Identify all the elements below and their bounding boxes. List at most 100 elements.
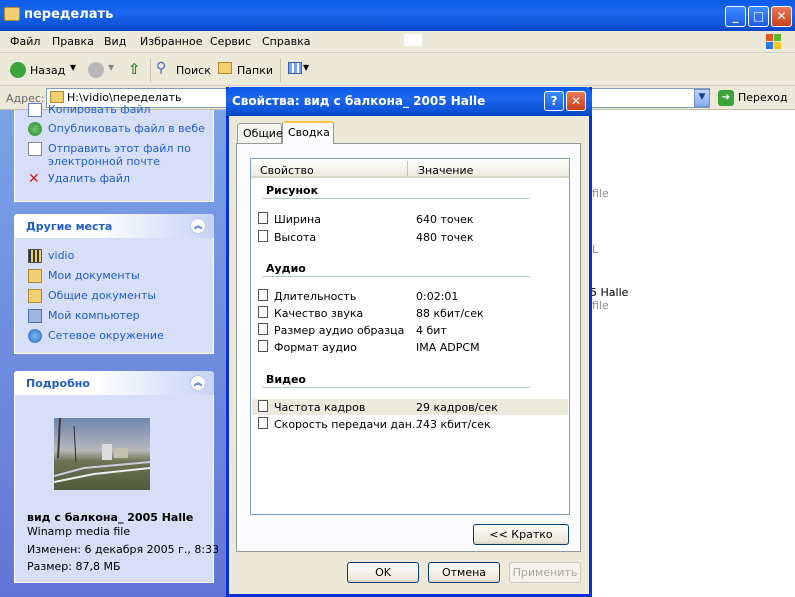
my-documents-icon (28, 269, 42, 283)
windows-logo-icon (764, 32, 784, 52)
help-button[interactable]: ? (544, 91, 564, 111)
folder-icon (4, 7, 20, 21)
email-link-line2[interactable]: электронной почте (48, 155, 160, 168)
email-icon (28, 142, 42, 156)
place-shared-documents[interactable]: Общие документы (48, 289, 156, 302)
collapse-icon[interactable]: ︽ (190, 218, 206, 234)
folders-icon[interactable] (218, 62, 232, 74)
place-network[interactable]: Сетевое окружение (48, 329, 164, 342)
forward-arrow-icon[interactable] (88, 62, 104, 78)
back-arrow-icon[interactable] (10, 62, 26, 78)
column-value[interactable]: Значение (418, 164, 473, 177)
place-my-computer[interactable]: Мой компьютер (48, 309, 140, 322)
group-video: Видео (266, 373, 306, 386)
email-link[interactable]: Отправить этот файл по (48, 142, 191, 155)
details-modified: Изменен: 6 декабря 2005 г., 8:33 (27, 543, 220, 556)
close-button[interactable]: ✕ (771, 6, 792, 27)
prop-value: 640 точек (416, 213, 474, 226)
chevron-down-icon[interactable]: ▼ (108, 63, 114, 72)
prop-value: 480 точек (416, 231, 474, 244)
publish-web-icon (28, 122, 42, 136)
video-thumbnail (54, 418, 150, 490)
delete-file-link[interactable]: Удалить файл (48, 172, 130, 185)
place-my-documents[interactable]: Мои документы (48, 269, 140, 282)
toolbar (0, 53, 795, 86)
network-icon (28, 329, 42, 343)
video-folder-icon (28, 249, 42, 263)
prop-name[interactable]: Скорость передачи дан... (274, 418, 422, 431)
prop-name[interactable]: Качество звука (274, 307, 363, 320)
address-dropdown-icon[interactable]: ▼ (694, 89, 710, 107)
prop-value: 743 кбит/сек (416, 418, 491, 431)
document-icon (258, 230, 268, 242)
column-property[interactable]: Свойство (260, 164, 314, 177)
dialog-close-button[interactable]: ✕ (566, 91, 586, 111)
prop-name[interactable]: Ширина (274, 213, 321, 226)
tab-general[interactable]: Общие (237, 123, 283, 143)
details-header[interactable]: Подробно ︽ (14, 371, 214, 395)
other-places-title: Другие места (26, 220, 113, 233)
white-artifact (404, 34, 422, 46)
details-filetype: Winamp media file (27, 525, 131, 538)
toolbar-separator (150, 58, 151, 82)
prop-value: 88 кбит/сек (416, 307, 484, 320)
prop-name[interactable]: Частота кадров (274, 401, 365, 414)
publish-web-link[interactable]: Опубликовать файл в вебе (48, 122, 205, 135)
delete-icon: ✕ (28, 171, 40, 187)
place-vidio[interactable]: vidio (48, 249, 74, 262)
window-title: переделать (24, 7, 114, 22)
ok-button[interactable]: OK (347, 562, 419, 583)
folder-icon (50, 91, 64, 103)
prop-value: 4 бит (416, 324, 447, 337)
folders-button[interactable]: Папки (237, 64, 273, 77)
column-separator[interactable] (407, 161, 408, 176)
menu-edit[interactable]: Правка (52, 35, 94, 48)
prop-name[interactable]: Размер аудио образца (274, 324, 404, 337)
menu-favorites[interactable]: Избранное (140, 35, 202, 48)
menu-help[interactable]: Справка (262, 35, 310, 48)
menu-file[interactable]: Файл (10, 35, 40, 48)
document-icon (258, 323, 268, 335)
maximize-button[interactable]: □ (748, 6, 769, 27)
window-titlebar[interactable] (0, 0, 795, 31)
tab-summary[interactable]: Сводка (282, 121, 334, 144)
search-button[interactable]: Поиск (176, 64, 211, 77)
copy-file-link[interactable]: Копировать файл (48, 103, 151, 114)
prop-name[interactable]: Длительность (274, 290, 356, 303)
folder-up-icon[interactable]: ⇧ (128, 60, 144, 78)
minimize-button[interactable]: _ (725, 6, 746, 27)
prop-value: IMA ADPCM (416, 341, 480, 354)
other-places-header[interactable]: Другие места ︽ (14, 214, 214, 238)
group-divider (262, 198, 530, 199)
group-divider (262, 387, 530, 388)
prop-value: 29 кадров/сек (416, 401, 498, 414)
file-name-fragment[interactable]: 5 Halle (590, 286, 628, 299)
prop-value: 0:02:01 (416, 290, 459, 303)
chevron-down-icon[interactable]: ▼ (303, 63, 309, 72)
prop-name[interactable]: Высота (274, 231, 316, 244)
menu-view[interactable]: Вид (104, 35, 126, 48)
cancel-button[interactable]: Отмена (428, 562, 500, 583)
document-icon (258, 289, 268, 301)
document-icon (258, 212, 268, 224)
document-icon (258, 400, 268, 412)
group-picture: Рисунок (266, 184, 319, 197)
document-icon (258, 306, 268, 318)
details-filename: вид с балкона_ 2005 Halle (27, 511, 194, 524)
brief-button[interactable]: << Кратко (473, 524, 569, 545)
toolbar-separator (280, 58, 281, 82)
document-icon (258, 340, 268, 352)
views-icon[interactable] (288, 62, 302, 74)
apply-button[interactable]: Применить (509, 562, 581, 583)
prop-name[interactable]: Формат аудио (274, 341, 357, 354)
file-type-text: file (592, 187, 609, 200)
group-audio: Аудио (266, 262, 306, 275)
my-computer-icon (28, 309, 42, 323)
collapse-icon[interactable]: ︽ (190, 375, 206, 391)
menu-tools[interactable]: Сервис (210, 35, 251, 48)
chevron-down-icon[interactable]: ▼ (70, 63, 76, 72)
back-button[interactable]: Назад (30, 64, 65, 77)
search-icon[interactable]: ⚲ (156, 60, 166, 76)
file-name-fragment: L (592, 243, 599, 256)
go-button[interactable]: Переход (716, 89, 792, 107)
